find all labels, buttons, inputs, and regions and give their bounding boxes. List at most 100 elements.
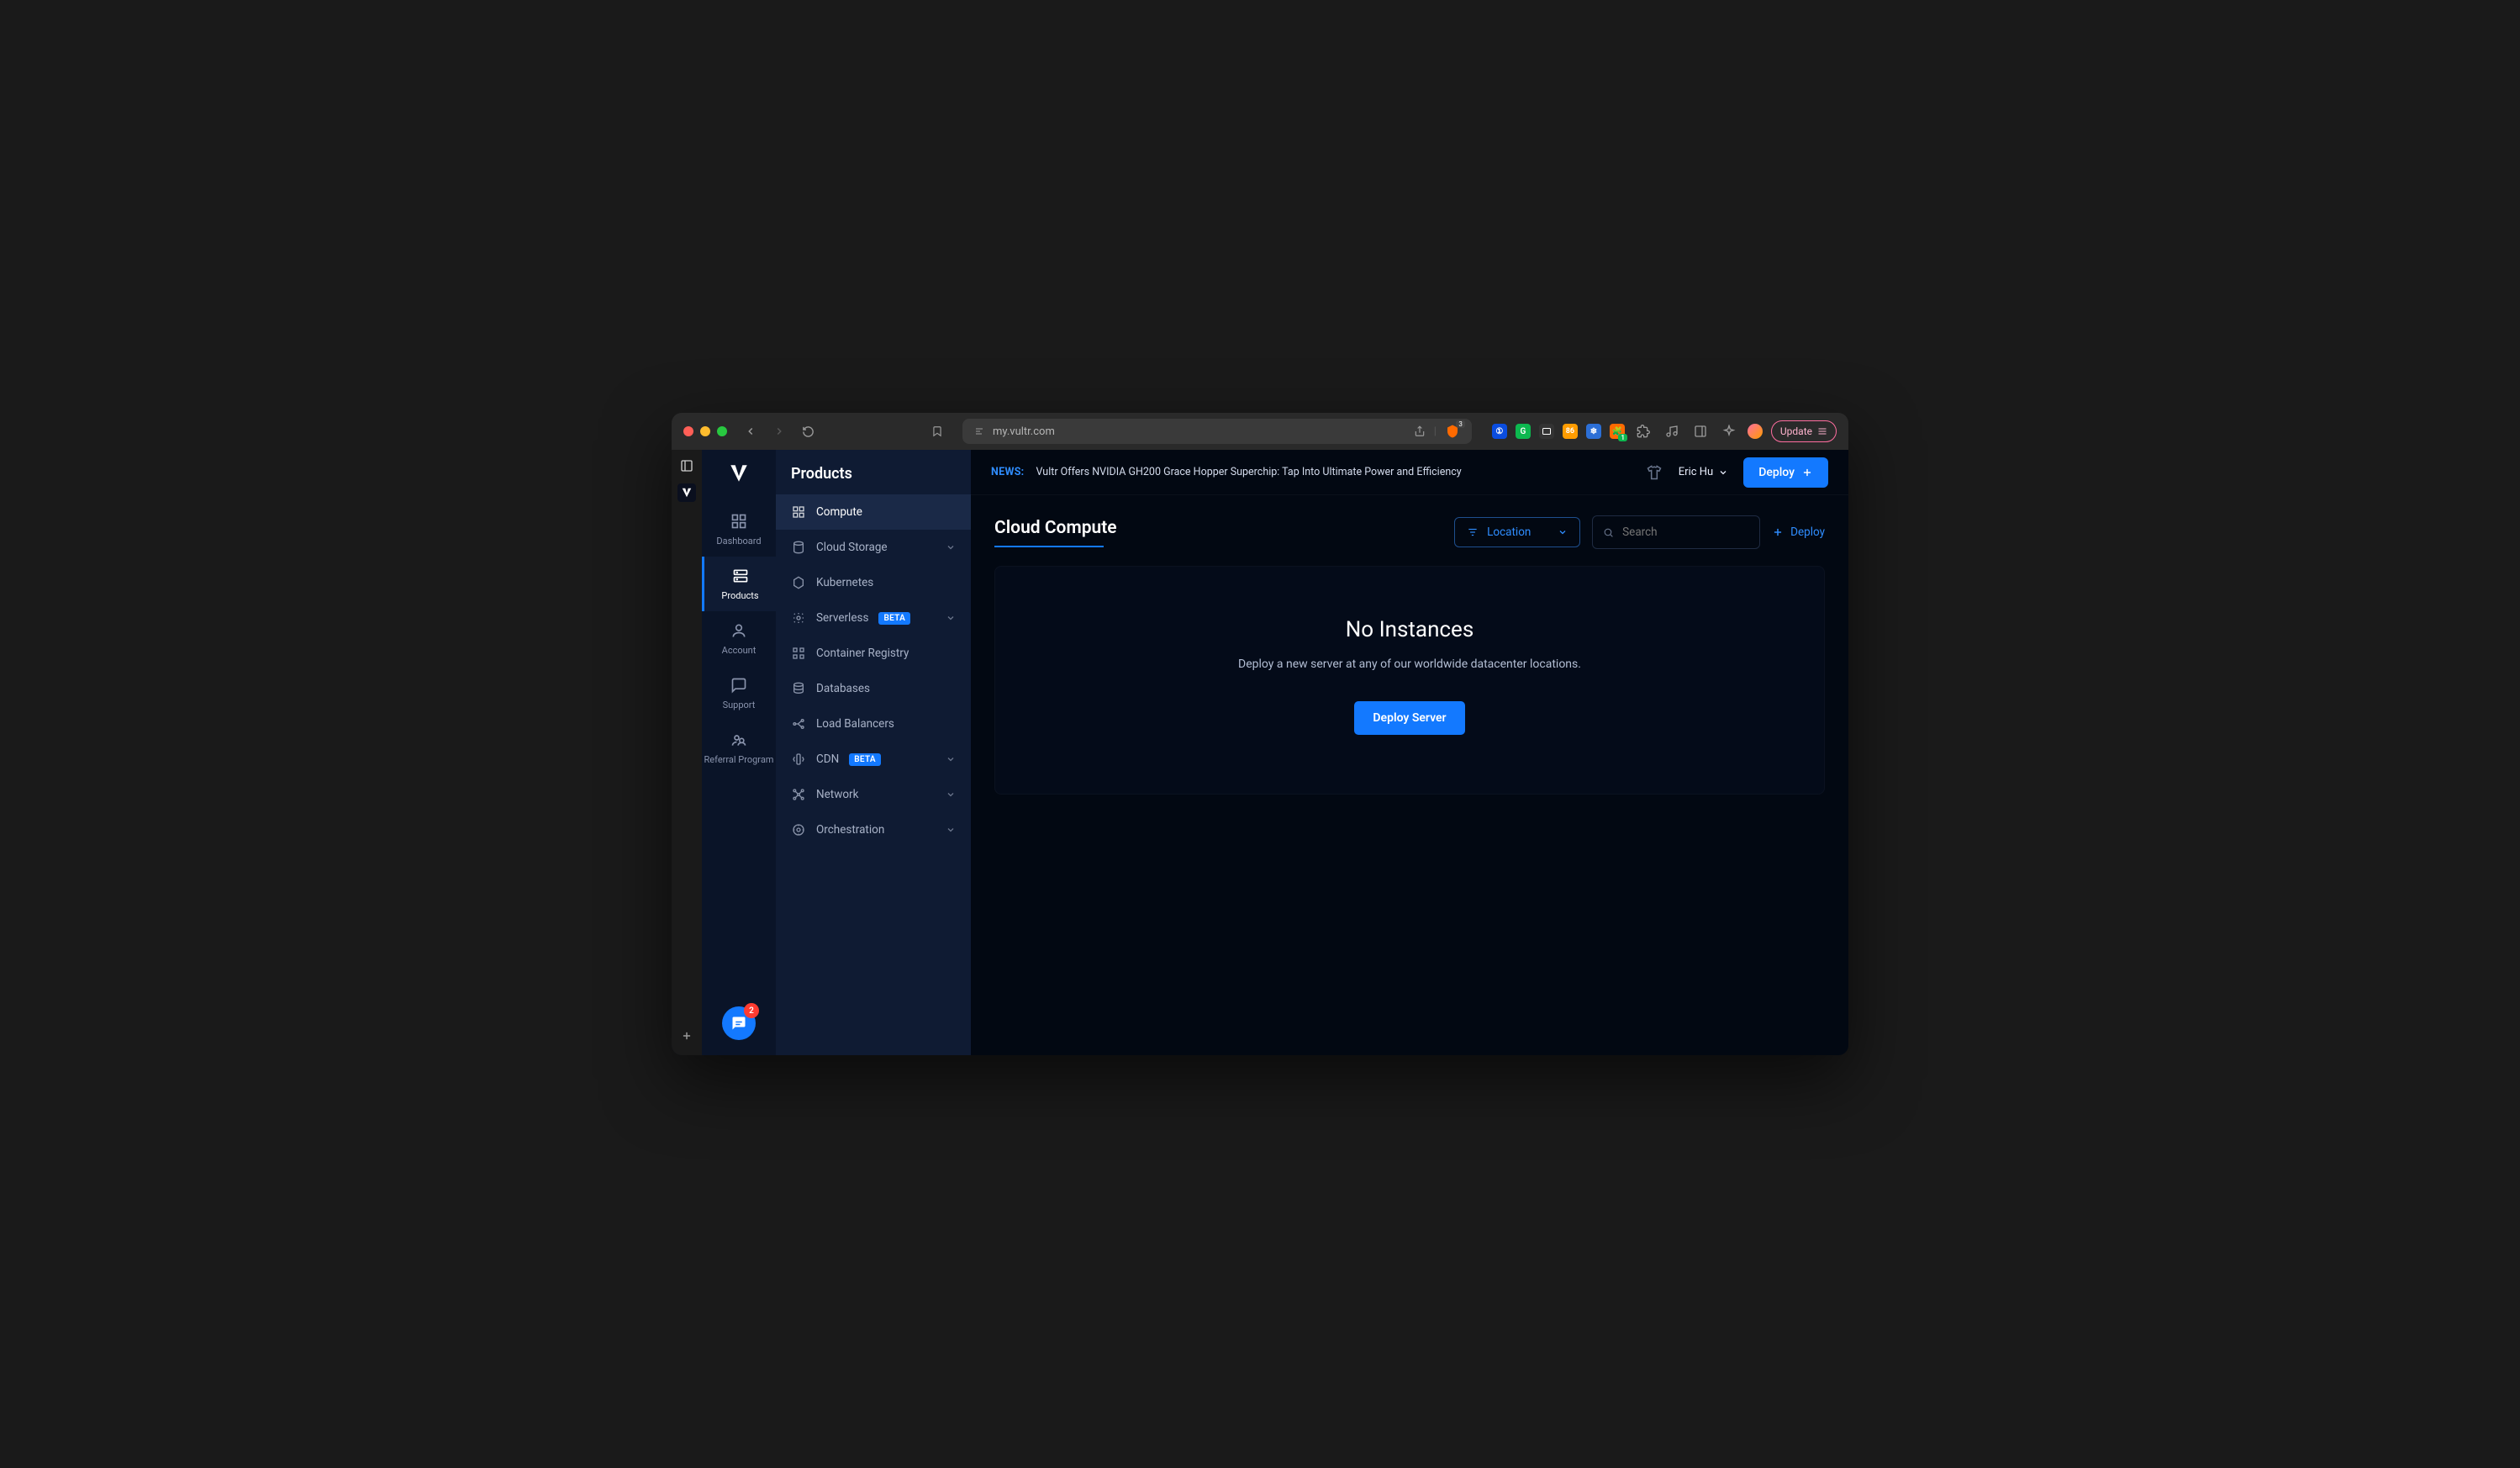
puzzle-icon[interactable]: [1633, 421, 1653, 441]
filter-icon: [1467, 526, 1479, 538]
music-icon[interactable]: [1662, 421, 1682, 441]
update-button[interactable]: Update: [1771, 420, 1837, 442]
shield-icon[interactable]: 3: [1445, 424, 1460, 439]
nav-account[interactable]: Account: [702, 611, 776, 666]
sidebar-label: CDN: [816, 752, 839, 766]
user-menu[interactable]: Eric Hu: [1679, 466, 1728, 478]
grid-icon: [730, 512, 748, 531]
chat-badge: 2: [744, 1003, 759, 1018]
ext-icon[interactable]: [1539, 424, 1554, 439]
search-box[interactable]: [1592, 515, 1760, 549]
back-button[interactable]: [741, 421, 761, 441]
rail-tab-vultr[interactable]: [677, 483, 696, 502]
nav-support[interactable]: Support: [702, 666, 776, 721]
panel-icon[interactable]: [1690, 421, 1711, 441]
maximize-window[interactable]: [717, 426, 727, 436]
page-header: Cloud Compute Location: [994, 515, 1825, 549]
nav-dashboard[interactable]: Dashboard: [702, 502, 776, 557]
search-icon: [1603, 526, 1614, 539]
deploy-button[interactable]: Deploy: [1743, 457, 1828, 488]
sidebar-item-orchestration[interactable]: Orchestration: [776, 812, 971, 848]
beta-badge: BETA: [849, 753, 881, 766]
plus-icon: [1772, 526, 1784, 538]
news-text[interactable]: Vultr Offers NVIDIA GH200 Grace Hopper S…: [1036, 466, 1462, 478]
brand-logo[interactable]: [727, 462, 751, 485]
sidebar-label: Cloud Storage: [816, 541, 888, 554]
sidebar-label: Compute: [816, 505, 862, 519]
location-filter[interactable]: Location: [1454, 517, 1580, 547]
chevron-down-icon: [946, 825, 956, 835]
nav-label: Dashboard: [716, 536, 761, 547]
extensions-tray: ① G 86 ❄ 🧩1 Update: [1487, 420, 1837, 442]
sidebar-item-load-balancers[interactable]: Load Balancers: [776, 706, 971, 742]
main-content: NEWS: Vultr Offers NVIDIA GH200 Grace Ho…: [971, 450, 1848, 1055]
storage-icon: [791, 540, 806, 555]
registry-icon: [791, 646, 806, 661]
sidebar-label: Serverless: [816, 611, 868, 625]
close-window[interactable]: [683, 426, 693, 436]
products-sidebar: Products Compute Cloud Storage Kubernete…: [776, 450, 971, 1055]
nav-label: Referral Program: [704, 754, 774, 765]
top-bar: NEWS: Vultr Offers NVIDIA GH200 Grace Ho…: [971, 450, 1848, 495]
nav-label: Account: [722, 645, 757, 656]
sparkle-icon[interactable]: [1719, 421, 1739, 441]
nav-referral[interactable]: Referral Program: [702, 721, 776, 775]
chevron-down-icon: [946, 542, 956, 552]
search-input[interactable]: [1622, 525, 1749, 539]
sidebar-label: Load Balancers: [816, 717, 894, 731]
menu-icon: [1817, 426, 1827, 436]
chevron-down-icon: [946, 754, 956, 764]
chat-widget[interactable]: 2: [722, 1006, 756, 1040]
sidebar-label: Kubernetes: [816, 576, 873, 589]
ext-icon[interactable]: ①: [1492, 424, 1507, 439]
sidebar-toggle-icon[interactable]: [677, 457, 696, 475]
nav-label: Products: [721, 590, 758, 601]
sidebar-item-container-registry[interactable]: Container Registry: [776, 636, 971, 671]
page-title: Cloud Compute: [994, 518, 1117, 538]
empty-state: No Instances Deploy a new server at any …: [994, 566, 1825, 795]
sidebar-label: Orchestration: [816, 823, 884, 837]
minimize-window[interactable]: [700, 426, 710, 436]
rail-add-button[interactable]: [677, 1027, 696, 1045]
sidebar-title: Products: [776, 450, 971, 494]
network-icon: [791, 787, 806, 802]
sidebar-label: Databases: [816, 682, 870, 695]
empty-title: No Instances: [1346, 617, 1474, 642]
sidebar-item-serverless[interactable]: Serverless BETA: [776, 600, 971, 636]
cdn-icon: [791, 752, 806, 767]
share-icon[interactable]: [1414, 425, 1426, 437]
address-bar[interactable]: my.vultr.com | 3: [962, 419, 1472, 444]
load-balancer-icon: [791, 716, 806, 731]
ext-icon[interactable]: ❄: [1586, 424, 1601, 439]
ext-icon[interactable]: 86: [1563, 424, 1578, 439]
sidebar-item-compute[interactable]: Compute: [776, 494, 971, 530]
shirt-icon[interactable]: [1645, 463, 1663, 482]
ext-icon[interactable]: G: [1516, 424, 1531, 439]
sidebar-item-cdn[interactable]: CDN BETA: [776, 742, 971, 777]
empty-subtitle: Deploy a new server at any of our worldw…: [1238, 657, 1581, 671]
sidebar-item-cloud-storage[interactable]: Cloud Storage: [776, 530, 971, 565]
forward-button[interactable]: [769, 421, 789, 441]
bookmark-icon[interactable]: [927, 421, 947, 441]
database-icon: [791, 681, 806, 696]
chevron-down-icon: [946, 789, 956, 800]
reload-button[interactable]: [798, 421, 818, 441]
kubernetes-icon: [791, 575, 806, 590]
orchestration-icon: [791, 822, 806, 837]
chevron-down-icon: [946, 613, 956, 623]
window-controls: [683, 426, 727, 436]
plus-icon: [1801, 467, 1813, 478]
user-icon: [730, 621, 748, 640]
nav-products[interactable]: Products: [702, 557, 776, 611]
deploy-link[interactable]: Deploy: [1772, 525, 1825, 539]
profile-icon[interactable]: [1748, 424, 1763, 439]
primary-nav: Dashboard Products Account Support Refer…: [702, 450, 776, 1055]
chat-icon: [730, 676, 748, 694]
sidebar-label: Network: [816, 788, 858, 801]
sidebar-item-databases[interactable]: Databases: [776, 671, 971, 706]
deploy-server-button[interactable]: Deploy Server: [1354, 701, 1464, 735]
ext-icon[interactable]: 🧩1: [1610, 424, 1625, 439]
sidebar-item-network[interactable]: Network: [776, 777, 971, 812]
nav-label: Support: [723, 700, 756, 710]
sidebar-item-kubernetes[interactable]: Kubernetes: [776, 565, 971, 600]
